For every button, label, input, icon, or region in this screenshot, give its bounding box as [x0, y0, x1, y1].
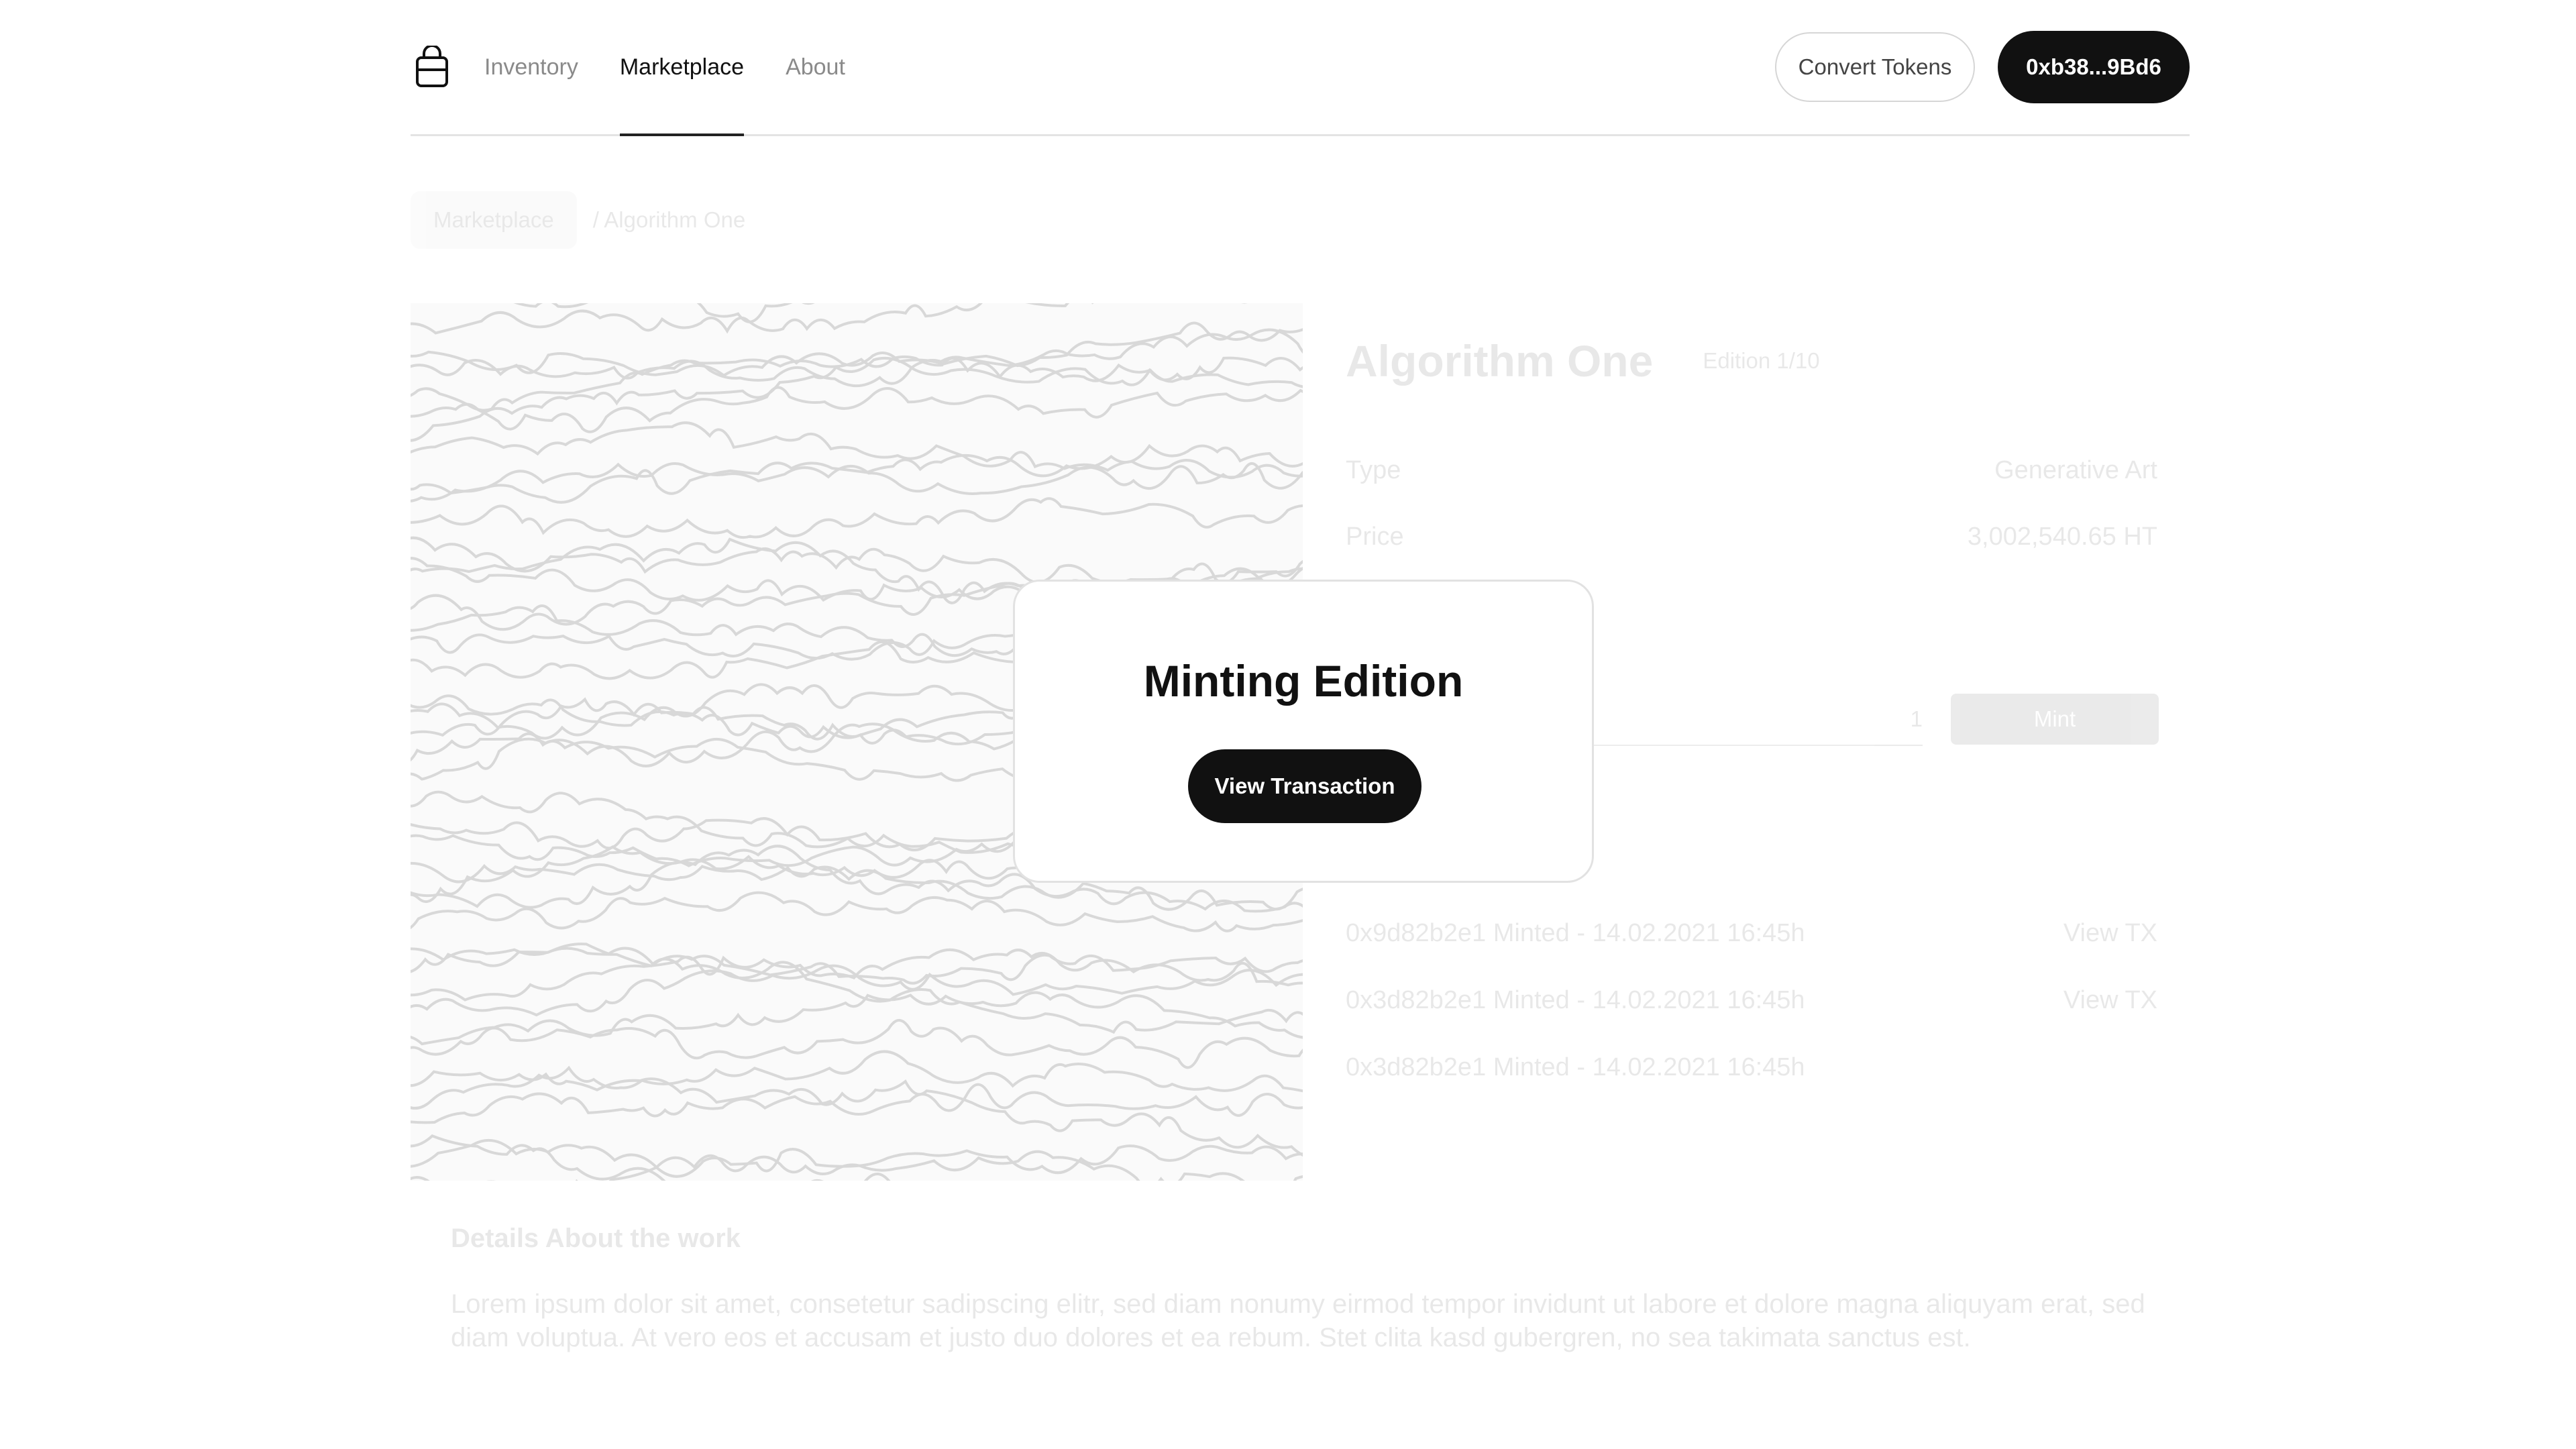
mint-button[interactable]: Mint: [1951, 694, 2159, 745]
main-nav: Inventory Marketplace About: [484, 0, 887, 136]
list-item: 0x3d82b2e1 Minted - 14.02.2021 16:45h: [1346, 1053, 2157, 1120]
transaction-text: 0x3d82b2e1 Minted - 14.02.2021 16:45h: [1346, 986, 1805, 1014]
transaction-text: 0x3d82b2e1 Minted - 14.02.2021 16:45h: [1346, 1053, 1805, 1081]
shopping-bag-icon[interactable]: [415, 44, 449, 87]
details-body: Lorem ipsum dolor sit amet, consetetur s…: [451, 1289, 2145, 1352]
minting-modal: Minting Edition View Transaction: [1013, 580, 1594, 883]
nav-marketplace[interactable]: Marketplace: [619, 0, 745, 136]
modal-title: Minting Edition: [1143, 656, 1464, 706]
list-item: 0x9d82b2e1 Minted - 14.02.2021 16:45h Vi…: [1346, 919, 2157, 986]
price-label: Price: [1346, 523, 1404, 551]
breadcrumb-marketplace[interactable]: Marketplace: [411, 191, 577, 249]
price-row: Price 3,002,540.65 HT: [1346, 523, 2157, 551]
top-navigation-bar: Inventory Marketplace About Convert Toke…: [411, 0, 2190, 136]
transaction-text: 0x9d82b2e1 Minted - 14.02.2021 16:45h: [1346, 919, 1805, 947]
type-row: Type Generative Art: [1346, 456, 2157, 485]
view-tx-link[interactable]: View TX: [2063, 986, 2157, 1053]
breadcrumb-current: / Algorithm One: [592, 207, 746, 232]
details-heading: Details About the work: [451, 1224, 741, 1253]
list-item: 0x3d82b2e1 Minted - 14.02.2021 16:45h Vi…: [1346, 986, 2157, 1053]
type-label: Type: [1346, 456, 1401, 484]
view-tx-link[interactable]: View TX: [2063, 919, 2157, 986]
price-value: 3,002,540.65 HT: [1967, 523, 2157, 551]
transaction-list: 0x9d82b2e1 Minted - 14.02.2021 16:45h Vi…: [1346, 919, 2157, 1120]
breadcrumb: Marketplace / Algorithm One: [411, 188, 745, 252]
artwork-info-panel: Algorithm One Edition 1/10 Type Generati…: [1346, 335, 2157, 551]
artwork-title: Algorithm One: [1346, 336, 1654, 386]
nav-about[interactable]: About: [786, 0, 845, 134]
convert-tokens-button[interactable]: Convert Tokens: [1775, 32, 1975, 102]
nav-inventory[interactable]: Inventory: [484, 0, 578, 134]
type-value: Generative Art: [1994, 456, 2157, 484]
edition-label: Edition 1/10: [1703, 348, 1820, 373]
wallet-address-button[interactable]: 0xb38...9Bd6: [1998, 31, 2190, 103]
details-section: Details About the work Lorem ipsum dolor…: [451, 1224, 2168, 1354]
view-transaction-button[interactable]: View Transaction: [1188, 749, 1421, 823]
